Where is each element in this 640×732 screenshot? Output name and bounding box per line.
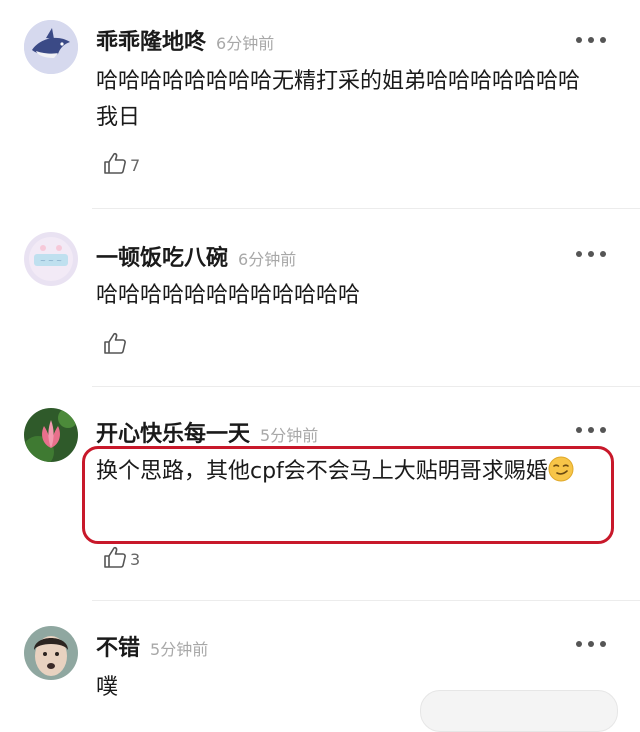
more-options-icon[interactable] <box>576 250 606 258</box>
svg-text:~ ~ ~: ~ ~ ~ <box>40 257 62 265</box>
comment-text: 哈哈哈哈哈哈哈哈哈哈哈哈 <box>96 283 361 308</box>
like-button[interactable] <box>102 330 130 356</box>
more-options-icon[interactable] <box>576 36 606 44</box>
like-button[interactable]: 3 <box>102 544 140 570</box>
comment-text: 哈哈哈哈哈哈哈哈无精打采的姐弟哈哈哈哈哈哈哈 我日 <box>96 69 581 130</box>
thumbs-up-icon <box>104 152 126 174</box>
comment-text: 换个思路，其他cpf会不会马上大贴明哥求赐婚 <box>96 454 606 490</box>
username[interactable]: 乖乖隆地咚 6分钟前 <box>96 24 274 56</box>
thumbs-up-icon <box>104 546 126 568</box>
username-text[interactable]: 不错 <box>96 636 140 661</box>
more-options-icon[interactable] <box>576 426 606 434</box>
comment-time: 5分钟前 <box>150 640 209 659</box>
comment-time: 6分钟前 <box>216 34 275 53</box>
comment-time: 5分钟前 <box>260 426 319 445</box>
like-button[interactable]: 7 <box>102 150 140 176</box>
like-count: 7 <box>130 155 141 175</box>
thumbs-up-icon <box>104 332 126 354</box>
avatar[interactable]: ~ ~ ~ <box>24 232 78 286</box>
username[interactable]: 一顿饭吃八碗 6分钟前 <box>96 240 296 272</box>
shark-avatar-icon <box>24 20 78 74</box>
like-count: 3 <box>130 549 141 569</box>
divider <box>92 600 640 601</box>
lotus-avatar-icon <box>24 408 78 462</box>
username-text[interactable]: 一顿饭吃八碗 <box>96 246 228 271</box>
username-text[interactable]: 开心快乐每一天 <box>96 422 250 447</box>
avatar[interactable] <box>24 626 78 680</box>
smirk-emoji-icon <box>548 456 574 482</box>
comment-time: 6分钟前 <box>238 250 297 269</box>
divider <box>92 386 640 387</box>
pastel-avatar-icon: ~ ~ ~ <box>24 232 78 286</box>
username[interactable]: 开心快乐每一天 5分钟前 <box>96 416 318 448</box>
username-text[interactable]: 乖乖隆地咚 <box>96 30 206 55</box>
avatar[interactable] <box>24 20 78 74</box>
more-options-icon[interactable] <box>576 640 606 648</box>
face-avatar-icon <box>24 626 78 680</box>
comment-text-content: 换个思路，其他cpf会不会马上大贴明哥求赐婚 <box>96 459 548 484</box>
username[interactable]: 不错 5分钟前 <box>96 630 208 662</box>
avatar[interactable] <box>24 408 78 462</box>
reply-input[interactable] <box>420 690 618 732</box>
divider <box>92 208 640 209</box>
